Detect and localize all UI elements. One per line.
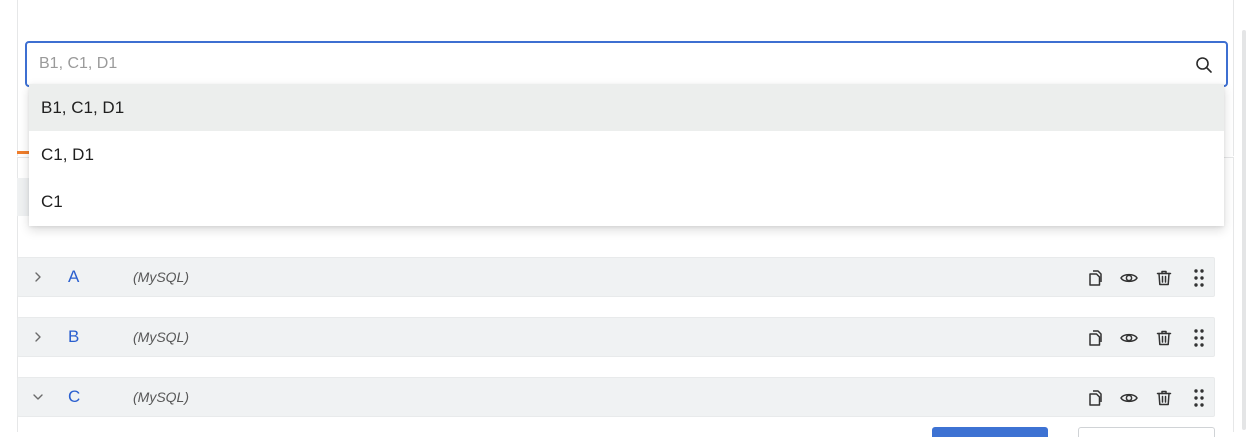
trash-icon[interactable] [1154,388,1174,408]
group-name[interactable]: A [68,258,79,296]
trash-icon[interactable] [1154,328,1174,348]
drag-handle-icon[interactable] [1189,328,1209,348]
chevron-down-icon[interactable] [31,390,45,404]
chevron-right-icon[interactable] [31,330,45,344]
eye-icon[interactable] [1119,328,1139,348]
dropdown-option[interactable]: C1, D1 [29,131,1224,178]
dropdown-option[interactable]: C1 [29,178,1224,225]
group-row-b[interactable]: B (MySQL) [17,317,1215,357]
copy-icon[interactable] [1084,328,1104,348]
primary-button[interactable] [932,427,1048,437]
group-type: (MySQL) [133,389,189,405]
dropdown-option[interactable]: B1, C1, D1 [29,84,1224,131]
eye-icon[interactable] [1119,268,1139,288]
group-type: (MySQL) [133,329,189,345]
drag-handle-icon[interactable] [1189,268,1209,288]
group-row-a[interactable]: A (MySQL) [17,257,1215,297]
group-type: (MySQL) [133,269,189,285]
group-name[interactable]: C [68,378,80,416]
row-actions [1084,388,1204,408]
copy-icon[interactable] [1084,268,1104,288]
copy-icon[interactable] [1084,388,1104,408]
search-input[interactable] [39,43,1179,85]
chevron-right-icon[interactable] [31,270,45,284]
row-actions [1084,268,1204,288]
drag-handle-icon[interactable] [1189,388,1209,408]
secondary-button[interactable] [1078,427,1215,437]
search-field[interactable] [25,41,1228,87]
eye-icon[interactable] [1119,388,1139,408]
search-icon[interactable] [1195,56,1213,74]
suggestion-dropdown: B1, C1, D1 C1, D1 C1 [29,84,1224,226]
group-row-c[interactable]: C (MySQL) [17,377,1215,417]
row-actions [1084,328,1204,348]
group-name[interactable]: B [68,318,79,356]
scrollbar[interactable] [1242,30,1246,430]
trash-icon[interactable] [1154,268,1174,288]
